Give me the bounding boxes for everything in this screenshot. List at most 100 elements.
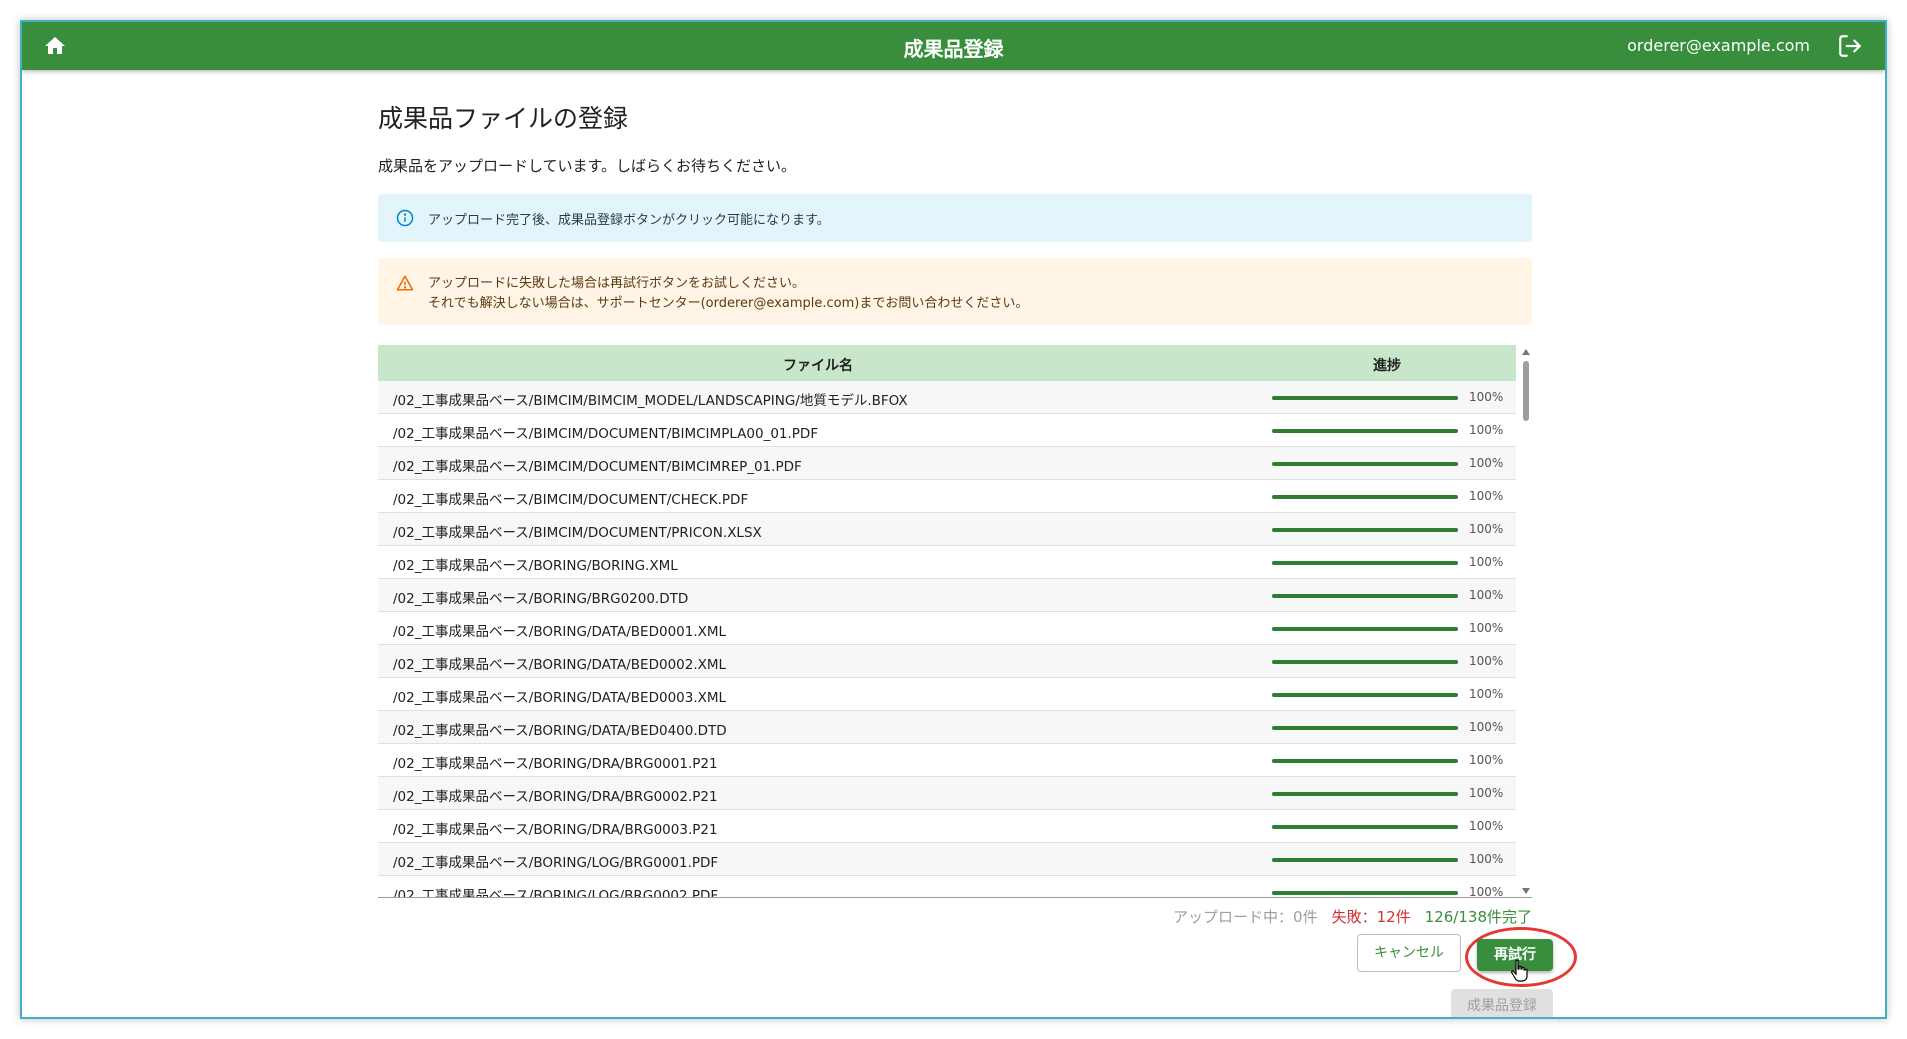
warning-alert-text-1: アップロードに失敗した場合は再試行ボタンをお試しください。 — [428, 276, 806, 291]
file-name: /02_工事成果品ベース/BORING/DATA/BED0003.XML — [393, 690, 727, 706]
file-name: /02_工事成果品ベース/BIMCIM/DOCUMENT/BIMCIMPLA00… — [393, 426, 819, 442]
column-header-file: ファイル名 — [783, 358, 853, 374]
progress-bar — [1272, 561, 1458, 565]
table-row: /02_工事成果品ベース/BORING/DATA/BED0001.XML 100% — [378, 612, 1516, 645]
progress-bar — [1272, 825, 1458, 829]
progress-bar-fill — [1272, 891, 1458, 895]
file-name: /02_工事成果品ベース/BIMCIM/DOCUMENT/BIMCIMREP_0… — [393, 459, 802, 475]
file-name: /02_工事成果品ベース/BORING/BORING.XML — [393, 558, 678, 574]
file-name: /02_工事成果品ベース/BIMCIM/DOCUMENT/PRICON.XLSX — [393, 525, 762, 541]
uploading-count: アップロード中：0件 — [1173, 908, 1318, 926]
progress-percent: 100% — [1469, 786, 1504, 800]
file-name: /02_工事成果品ベース/BORING/DATA/BED0001.XML — [393, 624, 727, 640]
upload-table[interactable]: ファイル名 進捗 /02_工事成果品ベース/BIMCIM/BIMCIM_MODE… — [378, 345, 1532, 898]
progress-bar — [1272, 726, 1458, 730]
table-row: /02_工事成果品ベース/BORING/BRG0200.DTD 100% — [378, 579, 1516, 612]
file-name: /02_工事成果品ベース/BIMCIM/BIMCIM_MODEL/LANDSCA… — [393, 393, 908, 409]
app-bar: 成果品登録 orderer@example.com — [22, 22, 1885, 70]
file-name: /02_工事成果品ベース/BORING/DRA/BRG0003.P21 — [393, 822, 718, 838]
table-row: /02_工事成果品ベース/BORING/DATA/BED0002.XML 100% — [378, 645, 1516, 678]
table-row: /02_工事成果品ベース/BIMCIM/DOCUMENT/PRICON.XLSX… — [378, 513, 1516, 546]
progress-bar-fill — [1272, 594, 1458, 598]
progress-bar-fill — [1272, 759, 1458, 763]
progress-bar — [1272, 396, 1458, 400]
progress-bar-fill — [1272, 627, 1458, 631]
file-name: /02_工事成果品ベース/BORING/LOG/BRG0001.PDF — [393, 855, 719, 871]
upload-status: アップロード中：0件 失敗：12件 126/138件完了 — [1173, 906, 1532, 927]
progress-bar-fill — [1272, 825, 1458, 829]
table-row: /02_工事成果品ベース/BIMCIM/DOCUMENT/BIMCIMREP_0… — [378, 447, 1516, 480]
warning-alert-text-2: それでも解決しない場合は、サポートセンター(orderer@example.co… — [428, 296, 1029, 311]
info-icon — [396, 209, 414, 227]
progress-bar — [1272, 495, 1458, 499]
progress-percent: 100% — [1469, 555, 1504, 569]
warning-alert: アップロードに失敗した場合は再試行ボタンをお試しください。 それでも解決しない場… — [378, 258, 1532, 325]
file-name: /02_工事成果品ベース/BORING/DRA/BRG0001.P21 — [393, 756, 718, 772]
app-title: 成果品登録 — [903, 37, 1004, 61]
table-scrollbar[interactable] — [1520, 345, 1532, 897]
progress-bar — [1272, 429, 1458, 433]
file-name: /02_工事成果品ベース/BORING/DATA/BED0400.DTD — [393, 723, 727, 739]
progress-bar-fill — [1272, 495, 1458, 499]
table-row: /02_工事成果品ベース/BORING/DRA/BRG0001.P21 100% — [378, 744, 1516, 777]
column-header-progress: 進捗 — [1373, 358, 1401, 374]
progress-bar — [1272, 759, 1458, 763]
progress-percent: 100% — [1469, 753, 1504, 767]
progress-bar-fill — [1272, 528, 1458, 532]
progress-percent: 100% — [1469, 819, 1504, 833]
table-row: /02_工事成果品ベース/BIMCIM/DOCUMENT/CHECK.PDF 10… — [378, 480, 1516, 513]
progress-percent: 100% — [1469, 852, 1504, 866]
table-row: /02_工事成果品ベース/BORING/DRA/BRG0003.P21 100% — [378, 810, 1516, 843]
failed-count: 失敗：12件 — [1331, 908, 1411, 926]
scroll-up-arrow-icon[interactable] — [1522, 349, 1530, 355]
scrollbar-thumb[interactable] — [1523, 361, 1529, 421]
app-window: 成果品登録 orderer@example.com 成果品ファイルの登録 成果品… — [20, 20, 1887, 1019]
table-row: /02_工事成果品ベース/BORING/DRA/BRG0002.P21 100% — [378, 777, 1516, 810]
table-row: /02_工事成果品ベース/BIMCIM/DOCUMENT/BIMCIMPLA00… — [378, 414, 1516, 447]
file-name: /02_工事成果品ベース/BIMCIM/DOCUMENT/CHECK.PDF — [393, 492, 749, 508]
warning-icon — [396, 274, 414, 292]
table-row: /02_工事成果品ベース/BORING/LOG/BRG0001.PDF 100% — [378, 843, 1516, 876]
hand-cursor-icon — [1511, 959, 1529, 983]
table-body: /02_工事成果品ベース/BIMCIM/BIMCIM_MODEL/LANDSCA… — [378, 381, 1516, 898]
info-alert: アップロード完了後、成果品登録ボタンがクリック可能になります。 — [378, 194, 1532, 242]
progress-bar — [1272, 660, 1458, 664]
progress-percent: 100% — [1469, 489, 1504, 503]
progress-percent: 100% — [1469, 621, 1504, 635]
progress-bar-fill — [1272, 561, 1458, 565]
completed-count: 126/138件完了 — [1424, 908, 1532, 926]
progress-bar — [1272, 594, 1458, 598]
progress-bar — [1272, 627, 1458, 631]
progress-bar — [1272, 792, 1458, 796]
table-row: /02_工事成果品ベース/BIMCIM/BIMCIM_MODEL/LANDSCA… — [378, 381, 1516, 414]
progress-percent: 100% — [1469, 654, 1504, 668]
table-row: /02_工事成果品ベース/BORING/BORING.XML 100% — [378, 546, 1516, 579]
cancel-button[interactable]: キャンセル — [1357, 934, 1461, 972]
progress-percent: 100% — [1469, 885, 1504, 898]
progress-percent: 100% — [1469, 720, 1504, 734]
file-name: /02_工事成果品ベース/BORING/LOG/BRG0002.PDF — [393, 888, 719, 898]
logout-icon[interactable] — [1837, 33, 1863, 59]
scroll-down-arrow-icon[interactable] — [1522, 888, 1530, 894]
progress-bar — [1272, 462, 1458, 466]
progress-bar — [1272, 528, 1458, 532]
progress-bar-fill — [1272, 726, 1458, 730]
file-name: /02_工事成果品ベース/BORING/DATA/BED0002.XML — [393, 657, 727, 673]
progress-percent: 100% — [1469, 522, 1504, 536]
table-row: /02_工事成果品ベース/BORING/LOG/BRG0002.PDF 100% — [378, 876, 1516, 898]
progress-percent: 100% — [1469, 456, 1504, 470]
register-button: 成果品登録 — [1451, 989, 1553, 1017]
info-alert-text: アップロード完了後、成果品登録ボタンがクリック可能になります。 — [428, 213, 830, 228]
progress-bar — [1272, 891, 1458, 895]
progress-percent: 100% — [1469, 390, 1504, 404]
table-row: /02_工事成果品ベース/BORING/DATA/BED0003.XML 100% — [378, 678, 1516, 711]
progress-bar — [1272, 858, 1458, 862]
progress-bar-fill — [1272, 858, 1458, 862]
progress-bar — [1272, 693, 1458, 697]
progress-bar-fill — [1272, 462, 1458, 466]
progress-percent: 100% — [1469, 588, 1504, 602]
page-title: 成果品ファイルの登録 — [378, 104, 629, 133]
progress-bar-fill — [1272, 693, 1458, 697]
file-name: /02_工事成果品ベース/BORING/DRA/BRG0002.P21 — [393, 789, 718, 805]
progress-percent: 100% — [1469, 687, 1504, 701]
